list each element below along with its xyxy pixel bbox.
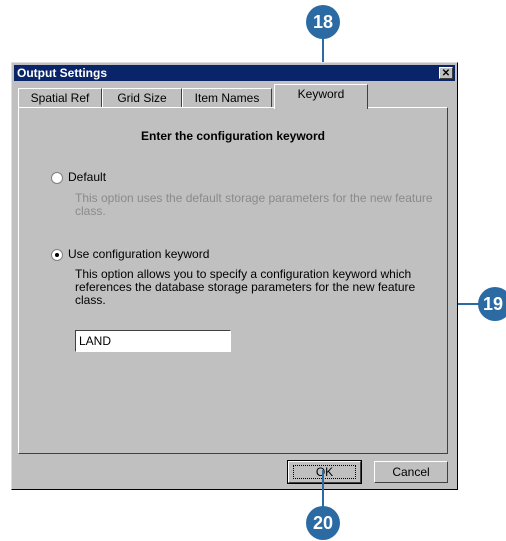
- tab-keyword[interactable]: Keyword: [274, 84, 368, 109]
- panel-heading: Enter the configuration keyword: [140, 129, 326, 143]
- close-icon[interactable]: ✕: [439, 67, 453, 79]
- callout-20: 20: [306, 506, 340, 540]
- keyword-panel: Enter the configuration keyword Default …: [18, 107, 448, 454]
- default-description: This option uses the default storage par…: [75, 191, 433, 218]
- output-settings-dialog: Output Settings ✕ Spatial Ref Grid Size …: [11, 62, 458, 490]
- keyword-radio-selected-dot: [55, 253, 59, 257]
- tab-strip: Spatial Ref Grid Size Item Names Keyword: [18, 84, 448, 109]
- callout-19: 19: [478, 287, 506, 321]
- ok-button[interactable]: OK: [287, 460, 362, 484]
- keyword-radio-label[interactable]: Use configuration keyword: [68, 247, 209, 261]
- default-radio[interactable]: [51, 172, 63, 184]
- dialog-titlebar: Output Settings ✕: [14, 65, 455, 81]
- default-radio-label[interactable]: Default: [68, 170, 106, 184]
- keyword-radio[interactable]: [51, 249, 63, 261]
- tab-item-names[interactable]: Item Names: [182, 88, 272, 108]
- tab-spatial-ref[interactable]: Spatial Ref: [18, 88, 102, 108]
- dialog-title: Output Settings: [17, 66, 107, 80]
- callout-20-leader: [322, 470, 324, 508]
- ok-button-label: OK: [293, 465, 356, 479]
- keyword-description: This option allows you to specify a conf…: [75, 267, 416, 307]
- cancel-button[interactable]: Cancel: [374, 461, 448, 483]
- callout-18: 18: [306, 5, 340, 39]
- keyword-input[interactable]: LAND: [75, 330, 231, 352]
- tab-grid-size[interactable]: Grid Size: [102, 88, 182, 108]
